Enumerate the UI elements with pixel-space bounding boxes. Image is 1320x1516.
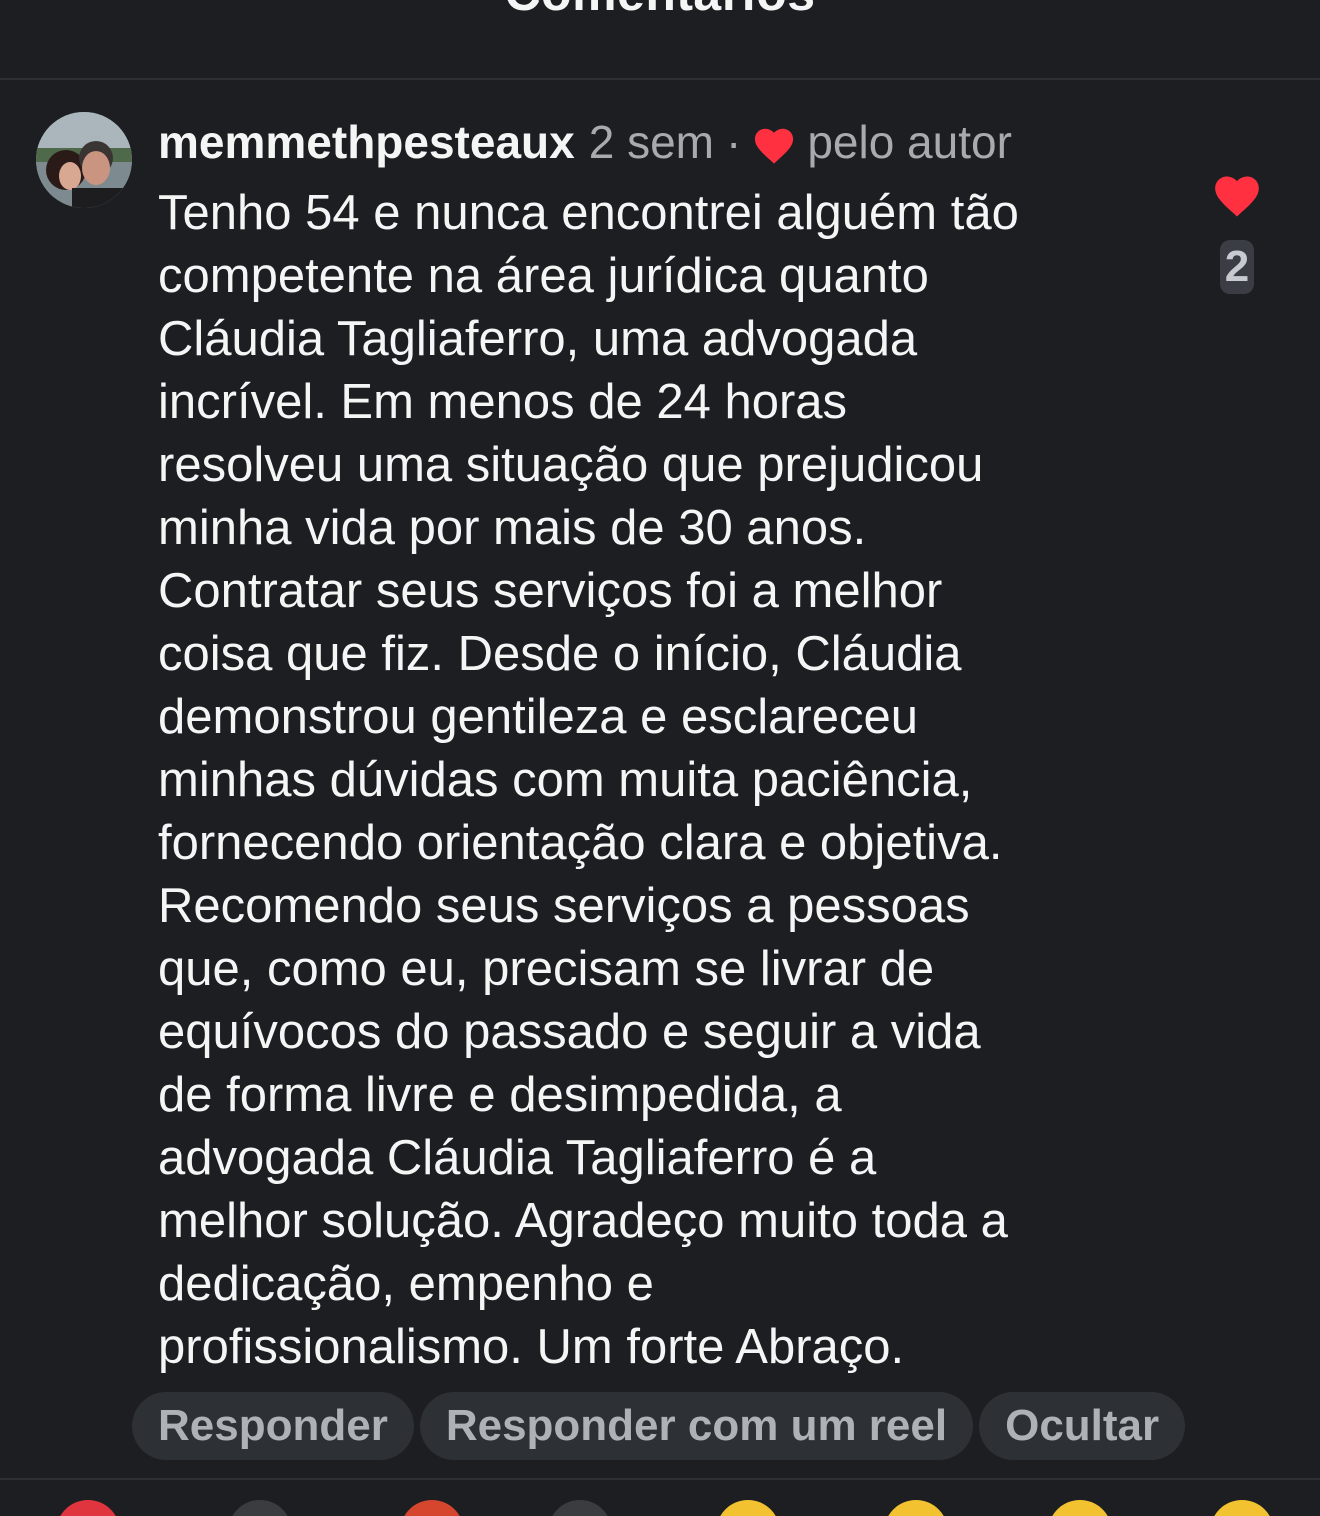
emoji-cry-icon[interactable] — [1210, 1500, 1274, 1516]
emoji-smile-icon[interactable] — [716, 1500, 780, 1516]
comments-sheet: Comentários memmethpesteaux 2 sem · pelo… — [0, 0, 1320, 1516]
emoji-laugh-icon[interactable] — [884, 1500, 948, 1516]
header-divider — [0, 78, 1320, 80]
comment-header: memmethpesteaux 2 sem · pelo autor — [158, 114, 1012, 170]
username-link[interactable]: memmethpesteaux — [158, 115, 575, 169]
emoji-heart-eyes-icon[interactable] — [56, 1500, 120, 1516]
comment-text: Tenho 54 e nunca encontrei alguém tão co… — [158, 186, 1019, 1374]
hide-button[interactable]: Ocultar — [979, 1392, 1186, 1460]
user-avatar[interactable] — [36, 112, 132, 208]
reply-button[interactable]: Responder — [132, 1392, 414, 1460]
footer-divider — [0, 1478, 1320, 1480]
author-heart-icon — [755, 128, 794, 164]
avatar-photo-icon — [36, 112, 132, 208]
emoji-surprised-icon[interactable] — [1048, 1500, 1112, 1516]
sheet-title: Comentários — [0, 0, 1320, 22]
comment-actions: Responder Responder com um reel Ocultar — [132, 1392, 1186, 1460]
emoji-fire-icon[interactable] — [400, 1500, 464, 1516]
comment-time: 2 sem — [588, 116, 714, 168]
liked-by-author-label: pelo autor — [807, 116, 1012, 168]
emoji-hands-icon[interactable] — [228, 1500, 292, 1516]
emoji-quick-bar — [0, 1500, 1320, 1516]
like-count[interactable]: 2 — [1220, 240, 1254, 294]
emoji-clap-icon[interactable] — [548, 1500, 612, 1516]
separator-dot: · — [725, 116, 742, 168]
reply-with-reel-button[interactable]: Responder com um reel — [419, 1392, 974, 1460]
like-heart-icon[interactable] — [1210, 170, 1264, 218]
